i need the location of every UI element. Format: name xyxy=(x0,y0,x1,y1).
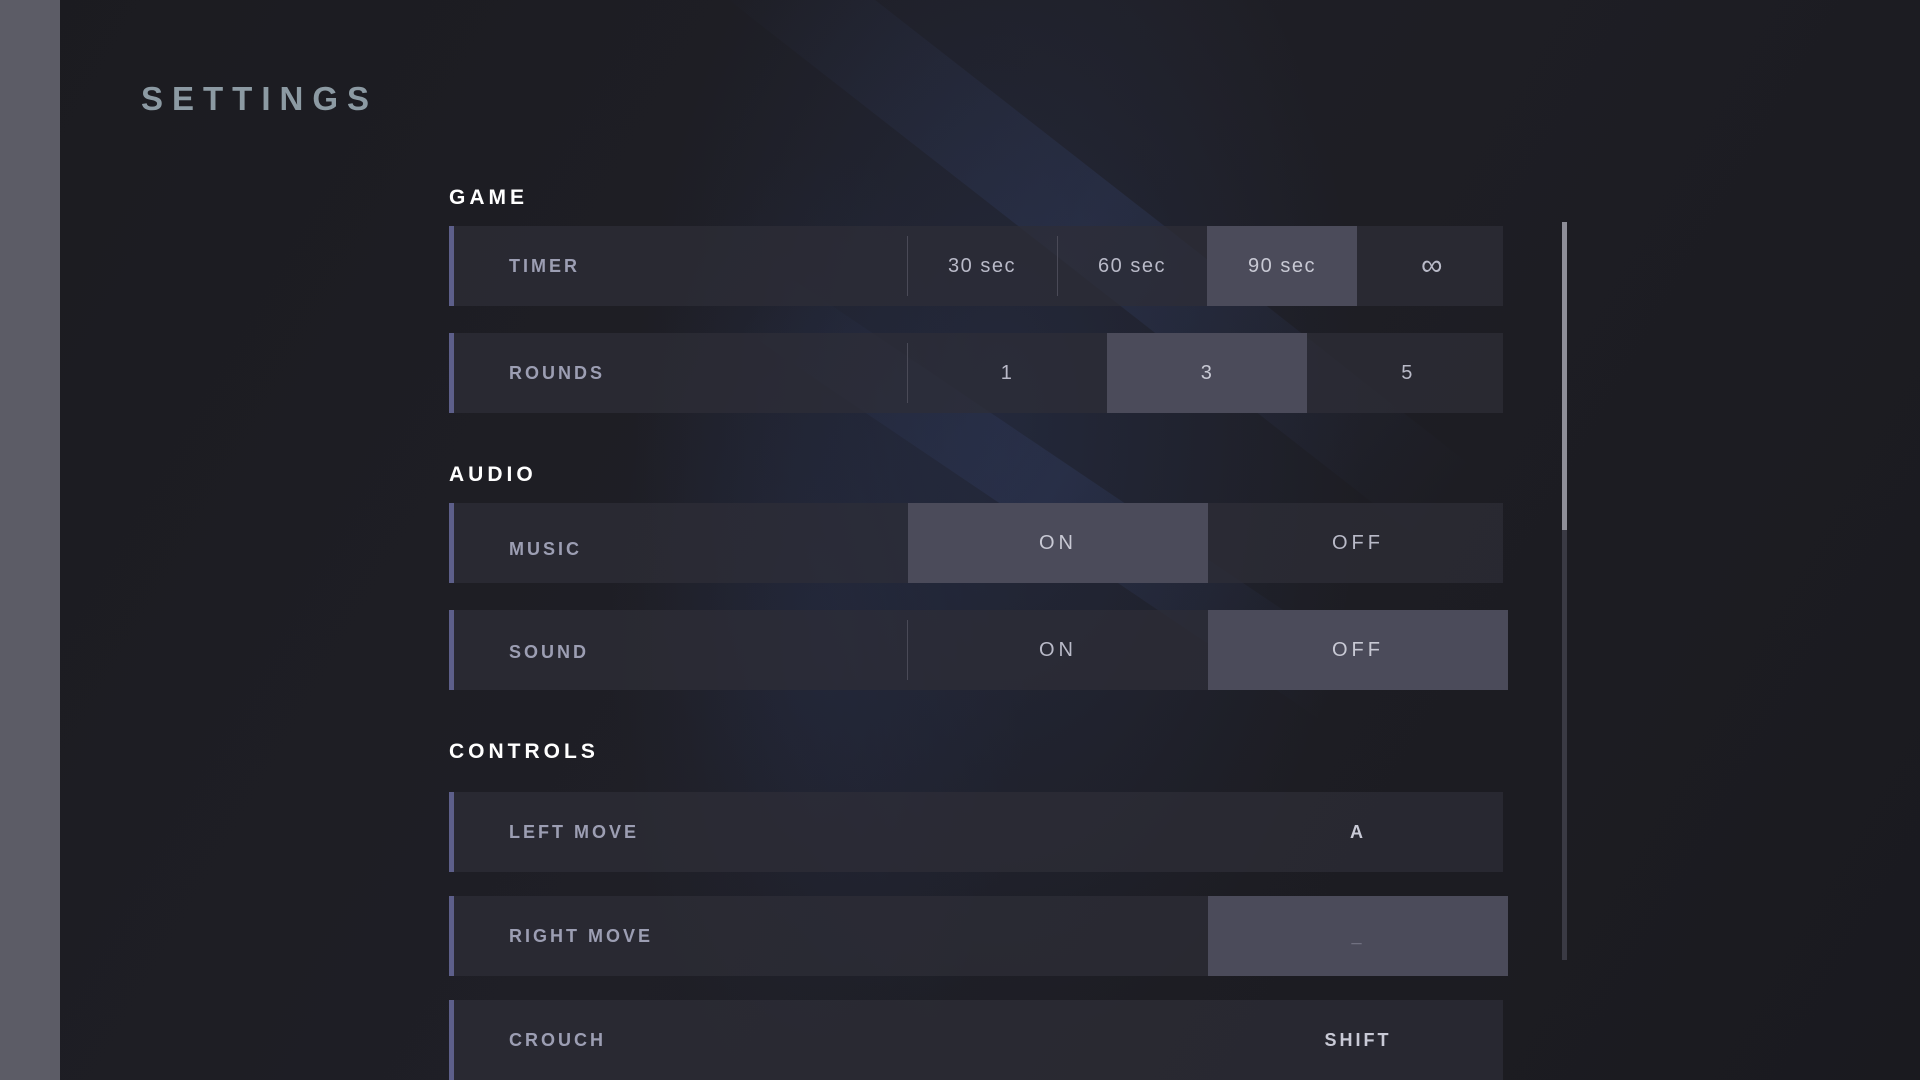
keybind-left-move[interactable]: A xyxy=(1208,792,1508,872)
sound-option-off[interactable]: OFF xyxy=(1208,610,1508,690)
timer-option-30[interactable]: 30 sec xyxy=(907,226,1057,306)
keybind-right-move[interactable]: _ xyxy=(1208,896,1508,976)
setting-row-left-move: LEFT MOVE A xyxy=(449,792,1503,872)
row-label: CROUCH xyxy=(509,1030,606,1050)
left-side-bar xyxy=(0,0,60,1080)
setting-row-rounds: ROUNDS 1 3 5 xyxy=(449,333,1503,413)
music-option-on[interactable]: ON xyxy=(908,503,1208,583)
setting-row-crouch: CROUCH SHIFT xyxy=(449,1000,1503,1080)
setting-row-music: MUSIC ON OFF xyxy=(449,503,1503,583)
sound-option-on[interactable]: ON xyxy=(908,610,1208,690)
row-label: MUSIC xyxy=(509,539,582,559)
row-label: RIGHT MOVE xyxy=(509,926,654,946)
rounds-option-1[interactable]: 1 xyxy=(907,333,1107,413)
scrollbar-thumb[interactable] xyxy=(1562,222,1567,530)
timer-option-infinite[interactable]: ∞ xyxy=(1357,226,1508,306)
section-title-audio: AUDIO xyxy=(449,463,537,486)
row-label: TIMER xyxy=(509,256,580,276)
rounds-option-5[interactable]: 5 xyxy=(1307,333,1508,413)
keybind-crouch[interactable]: SHIFT xyxy=(1208,1000,1508,1080)
page-title: SETTINGS xyxy=(141,80,379,117)
setting-row-sound: SOUND ON OFF xyxy=(449,610,1508,690)
scrollbar-track[interactable] xyxy=(1562,222,1567,960)
setting-row-right-move: RIGHT MOVE _ xyxy=(449,896,1508,976)
section-title-controls: CONTROLS xyxy=(449,740,599,763)
row-label: LEFT MOVE xyxy=(509,822,639,842)
row-label: ROUNDS xyxy=(509,363,606,383)
music-option-off[interactable]: OFF xyxy=(1208,503,1508,583)
section-title-game: GAME xyxy=(449,186,528,209)
timer-option-90[interactable]: 90 sec xyxy=(1207,226,1357,306)
setting-row-timer: TIMER 30 sec 60 sec 90 sec ∞ xyxy=(449,226,1503,306)
timer-option-60[interactable]: 60 sec xyxy=(1057,226,1207,306)
rounds-option-3[interactable]: 3 xyxy=(1107,333,1307,413)
row-label: SOUND xyxy=(509,642,590,662)
